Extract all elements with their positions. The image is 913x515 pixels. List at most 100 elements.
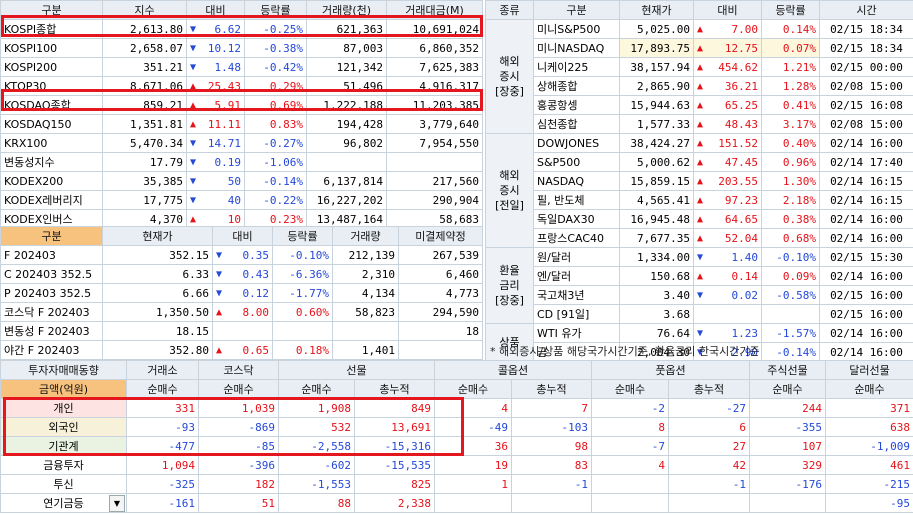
change-value: 203.55	[718, 174, 758, 188]
up-triangle-icon: ▲	[697, 42, 704, 54]
change-value: 7.00	[731, 22, 759, 36]
index-value: 17,775	[102, 190, 187, 210]
investor-cell: -1	[511, 474, 592, 494]
investor-row[interactable]: 개인 331 1,039 1,908 849 4 7 -2 -27 244 371	[0, 398, 913, 418]
change-value: 10	[227, 212, 241, 226]
change-cell: ▲ 65.25	[693, 95, 762, 115]
world-row[interactable]: 니케이225 38,157.94 ▲ 454.62 1.21% 02/15 00:00	[486, 57, 913, 77]
market-value: 38,424.27	[619, 133, 694, 153]
change-cell: ▼ 50	[186, 171, 245, 191]
investor-cell: 461	[825, 455, 913, 475]
investor-cell: -602	[278, 455, 355, 475]
der-row[interactable]: P 202403 352.5 6.66 ▼ 0.12 -1.77% 4,134 4,773	[0, 283, 483, 303]
change-cell: ▼ 6.62	[186, 19, 245, 39]
world-row[interactable]: CD [91일] 3.68 02/15 16:00	[486, 304, 913, 324]
der-row[interactable]: 코스닥 F 202403 1,350.50 ▲ 8.00 0.60% 58,823 294,…	[0, 302, 483, 322]
market-time: 02/14 16:00	[819, 133, 913, 153]
investor-cell: 1,039	[198, 398, 279, 418]
market-value: 4,565.41	[619, 190, 694, 210]
world-row[interactable]: 상품 WTI 유가 76.64 ▼ 1.23 -1.57% 02/14 16:00	[485, 323, 913, 362]
investor-cell: 4	[434, 398, 512, 418]
change-cell: ▲ 0.65	[212, 340, 273, 360]
investor-cell: 98	[511, 436, 592, 456]
market-rate: -0.10%	[761, 247, 820, 267]
investor-row[interactable]: 기관계 -477 -85 -2,558 -15,316 36 98 -7 27 107 -1,009	[0, 436, 913, 456]
index-value: 17.79	[102, 152, 187, 172]
up-triangle-icon: ▲	[216, 306, 223, 318]
investor-row[interactable]: 투신 -325 182 -1,553 825 1 -1 -1 -176 -215	[0, 474, 913, 494]
market-name: CD [91일]	[533, 304, 620, 324]
investor-cell: 371	[825, 398, 913, 418]
investor-cell: 36	[434, 436, 512, 456]
market-rate: 0.09%	[761, 266, 820, 286]
dom-row[interactable]: KOSPI100 2,658.07 ▼ 10.12 -0.38% 87,003 6,860,…	[0, 38, 483, 58]
world-row[interactable]: NASDAQ 15,859.15 ▲ 203.55 1.30% 02/14 16:15	[486, 171, 913, 191]
der-header-5: 미결제약정	[398, 226, 483, 246]
market-group-label: 환율 금리 [장중]	[485, 247, 534, 324]
world-row[interactable]: 해외 증시 [장중] 미니S&P500 5,025.00 ▲ 7.00 0.14% 02/1…	[485, 19, 913, 134]
investor-cell: -396	[198, 455, 279, 475]
der-header-0: 구분	[0, 226, 103, 246]
investor-cell: -2,558	[278, 436, 355, 456]
index-rate: -0.27%	[244, 133, 307, 153]
index-amount: 3,779,640	[386, 114, 483, 134]
change-value: 14.71	[207, 136, 241, 150]
contract-name: 야간 F 202403	[0, 340, 103, 360]
world-row[interactable]: 홍콩항셍 15,944.63 ▲ 65.25 0.41% 02/15 16:08	[486, 95, 913, 115]
world-row[interactable]: 미니NASDAQ 17,893.75 ▲ 12.75 0.07% 02/15 18:34	[486, 38, 913, 58]
world-row[interactable]: S&P500 5,000.62 ▲ 47.45 0.96% 02/14 17:40	[486, 152, 913, 172]
change-cell: ▲ 64.65	[693, 209, 762, 229]
market-name: 미니NASDAQ	[533, 38, 620, 58]
investor-sub-header: 총누적	[668, 379, 750, 399]
world-row[interactable]: 해외 증시 [전일] DOWJONES 38,424.27 ▲ 151.52 0.40% 0…	[485, 133, 913, 248]
dom-row[interactable]: KRX100 5,470.34 ▼ 14.71 -0.27% 96,802 7,954,55…	[0, 133, 483, 153]
contract-value: 18.15	[102, 321, 213, 341]
index-rate: 0.83%	[244, 114, 307, 134]
der-row[interactable]: F 202403 352.15 ▼ 0.35 -0.10% 212,139 267,539	[0, 245, 483, 265]
investor-row[interactable]: 금융투자 1,094 -396 -602 -15,535 19 83 4 42 329 461	[0, 455, 913, 475]
market-name: DOWJONES	[533, 133, 620, 153]
world-row[interactable]: 엔/달러 150.68 ▲ 0.14 0.09% 02/14 16:00	[486, 266, 913, 286]
der-row[interactable]: C 202403 352.5 6.33 ▼ 0.43 -6.36% 2,310 6,460	[0, 264, 483, 284]
dom-row[interactable]: KTOP30 8,671.06 ▲ 25.43 0.29% 51,496 4,916,317	[0, 76, 483, 96]
up-triangle-icon: ▲	[697, 156, 704, 168]
dom-row[interactable]: 변동성지수 17.79 ▼ 0.19 -1.06%	[0, 152, 483, 172]
market-time: 02/08 15:00	[819, 114, 913, 134]
der-row[interactable]: 야간 F 202403 352.80 ▲ 0.65 0.18% 1,401	[0, 340, 483, 360]
der-row[interactable]: 변동성 F 202403 18.15 18	[0, 321, 483, 341]
investor-sub-header: 순매수	[434, 379, 512, 399]
world-row[interactable]: 프랑스CAC40 7,677.35 ▲ 52.04 0.68% 02/14 16:00	[486, 228, 913, 248]
market-rate: 0.40%	[761, 133, 820, 153]
contract-value: 352.80	[102, 340, 213, 360]
world-row[interactable]: 환율 금리 [장중] 원/달러 1,334.00 ▼ 1.40 -0.10% 02/15 1…	[485, 247, 913, 324]
index-value: 1,351.81	[102, 114, 187, 134]
dom-row[interactable]: KOSDAQ150 1,351.81 ▲ 11.11 0.83% 194,428 3,779…	[0, 114, 483, 134]
market-time: 02/14 16:00	[819, 323, 913, 343]
index-value: 8,671.06	[102, 76, 187, 96]
investor-row[interactable]: 외국인 -93 -869 532 13,691 -49 -103 8 6 -355 638	[0, 417, 913, 437]
dom-row[interactable]: KOSPI200 351.21 ▼ 1.48 -0.42% 121,342 7,625,38…	[0, 57, 483, 77]
chevron-down-icon[interactable]: ▼	[109, 495, 125, 512]
change-value: 50	[227, 174, 241, 188]
dom-row[interactable]: KODEX레버리지 17,775 ▼ 40 -0.22% 16,227,202 290,90…	[0, 190, 483, 210]
investor-row[interactable]: 연기금등 ▼ -161 51 88 2,338 -95	[0, 493, 913, 513]
index-name: KOSPI종합	[0, 19, 103, 39]
world-row[interactable]: 상해종합 2,865.90 ▲ 36.21 1.28% 02/08 15:00	[486, 76, 913, 96]
investor-cell: -477	[126, 436, 199, 456]
down-triangle-icon: ▼	[697, 289, 704, 301]
dom-row[interactable]: KOSPI종합 2,613.80 ▼ 6.62 -0.25% 621,363 10,691,…	[0, 19, 483, 39]
index-name: KODEX200	[0, 171, 103, 191]
market-time: 02/15 18:34	[819, 19, 913, 39]
dom-header-3: 등락률	[244, 0, 307, 20]
dom-row[interactable]: KOSDAQ종합 859.21 ▲ 5.91 0.69% 1,222,188 11,203,…	[0, 95, 483, 115]
world-row[interactable]: 독일DAX30 16,945.48 ▲ 64.65 0.38% 02/14 16:00	[486, 209, 913, 229]
world-row[interactable]: 국고채3년 3.40 ▼ 0.02 -0.58% 02/15 16:00	[486, 285, 913, 305]
dom-row[interactable]: KODEX200 35,385 ▼ 50 -0.14% 6,137,814 217,560	[0, 171, 483, 191]
investor-cell: 83	[511, 455, 592, 475]
world-row[interactable]: 심천종합 1,577.33 ▲ 48.43 3.17% 02/08 15:00	[486, 114, 913, 134]
investor-cell: 8	[591, 417, 669, 437]
contract-value: 6.66	[102, 283, 213, 303]
der-header-3: 등락률	[272, 226, 333, 246]
world-row[interactable]: 필, 반도체 4,565.41 ▲ 97.23 2.18% 02/14 16:15	[486, 190, 913, 210]
investor-cell: -95	[825, 493, 913, 513]
